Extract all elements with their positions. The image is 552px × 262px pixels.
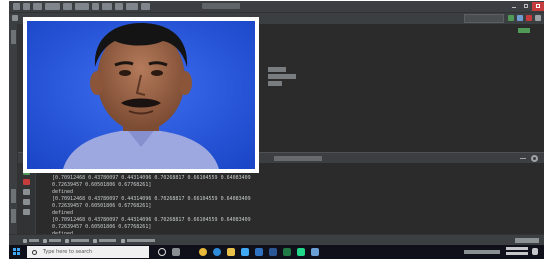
code-fragment xyxy=(268,81,282,86)
structure-tool-tab[interactable] xyxy=(11,189,16,203)
windows-start-icon[interactable] xyxy=(13,248,21,256)
project-tool-tab[interactable] xyxy=(11,30,16,44)
run-console[interactable]: [0.70912468 0.43780097 0.44314096 0.7026… xyxy=(18,163,544,237)
console-line: 0.72639457 0.60501806 0.67768261] xyxy=(52,203,152,209)
taskbar-search-input[interactable]: Type here to search xyxy=(27,246,149,258)
maximize-button[interactable] xyxy=(520,2,532,11)
debug-icon[interactable] xyxy=(517,15,523,21)
search-icon xyxy=(32,249,37,255)
code-fragment xyxy=(268,74,296,79)
file-explorer-icon[interactable] xyxy=(227,248,235,256)
excel-icon[interactable] xyxy=(283,248,291,256)
console-toolbar xyxy=(18,163,36,234)
console-line: defined xyxy=(52,189,74,195)
inspection-indicator[interactable] xyxy=(518,28,530,33)
menu-window[interactable] xyxy=(126,3,138,10)
menu-help[interactable] xyxy=(141,3,150,10)
print-icon[interactable] xyxy=(23,199,30,205)
minimize-button[interactable] xyxy=(508,2,520,11)
console-line: defined xyxy=(52,210,74,216)
menu-run[interactable] xyxy=(92,3,99,10)
project-icon[interactable] xyxy=(12,15,18,21)
menu-code[interactable] xyxy=(63,3,72,10)
console-line: [0.70912468 0.43780097 0.44314096 0.7026… xyxy=(52,196,251,202)
close-button[interactable] xyxy=(532,2,544,11)
tab-python-console[interactable] xyxy=(121,238,155,243)
minimize-icon xyxy=(512,7,516,8)
stop-icon[interactable] xyxy=(526,15,532,21)
close-icon xyxy=(536,4,540,8)
left-tool-strip xyxy=(9,24,18,234)
console-line: [0.70912468 0.43780097 0.44314096 0.7026… xyxy=(52,217,251,223)
portrait-photo xyxy=(23,17,259,173)
photos-icon[interactable] xyxy=(311,248,319,256)
menu-vcs[interactable] xyxy=(115,3,123,10)
search-placeholder: Type here to search xyxy=(43,249,93,255)
bottom-tool-tabs xyxy=(9,234,544,245)
chrome-icon[interactable] xyxy=(199,248,207,256)
search-everywhere-icon[interactable] xyxy=(535,15,541,21)
run-tab-icon xyxy=(23,238,27,243)
maximize-icon xyxy=(524,4,528,8)
event-log-tab[interactable] xyxy=(515,238,539,243)
menu-edit[interactable] xyxy=(23,3,30,10)
tab-terminal[interactable] xyxy=(93,238,116,243)
system-tray[interactable] xyxy=(464,250,500,254)
clear-console-icon[interactable] xyxy=(23,209,30,215)
todo-icon xyxy=(43,238,47,243)
notifications-icon[interactable] xyxy=(532,248,538,255)
run-script-path xyxy=(274,156,322,161)
problems-icon xyxy=(65,238,69,243)
windows-taskbar: Type here to search xyxy=(9,245,544,259)
hide-panel-icon[interactable] xyxy=(520,158,526,159)
python-console-icon xyxy=(121,238,125,243)
gear-icon[interactable] xyxy=(531,155,538,162)
pycharm-icon[interactable] xyxy=(297,248,305,256)
console-output: [0.70912468 0.43780097 0.44314096 0.7026… xyxy=(52,175,532,238)
console-line: 0.72639457 0.60501806 0.67768261] xyxy=(52,224,152,230)
favorites-tool-tab[interactable] xyxy=(11,209,16,223)
tab-todo[interactable] xyxy=(43,238,61,243)
menu-navigate[interactable] xyxy=(45,3,60,10)
menu-tools[interactable] xyxy=(102,3,112,10)
scroll-to-end-icon[interactable] xyxy=(23,189,30,195)
tab-run[interactable] xyxy=(23,238,39,243)
run-configuration-select[interactable] xyxy=(464,14,504,23)
menu-file[interactable] xyxy=(13,3,20,10)
terminal-icon xyxy=(93,238,97,243)
word-icon[interactable] xyxy=(269,248,277,256)
menu-bar xyxy=(9,1,544,12)
tab-problems[interactable] xyxy=(65,238,89,243)
menu-view[interactable] xyxy=(33,3,42,10)
console-line: 0.72639457 0.60501806 0.67768261] xyxy=(52,182,152,188)
task-view-icon[interactable] xyxy=(172,248,180,256)
window-title xyxy=(202,3,240,9)
menu-refactor[interactable] xyxy=(75,3,89,10)
edge-icon[interactable] xyxy=(213,248,221,256)
stop-console-icon[interactable] xyxy=(23,179,30,185)
mail-icon[interactable] xyxy=(255,248,263,256)
store-icon[interactable] xyxy=(241,248,249,256)
run-icon[interactable] xyxy=(508,15,514,21)
console-line: [0.70912468 0.43780097 0.44314096 0.7026… xyxy=(52,175,251,181)
cortana-icon[interactable] xyxy=(158,248,166,256)
code-fragment xyxy=(268,67,286,72)
taskbar-clock[interactable] xyxy=(506,247,528,257)
